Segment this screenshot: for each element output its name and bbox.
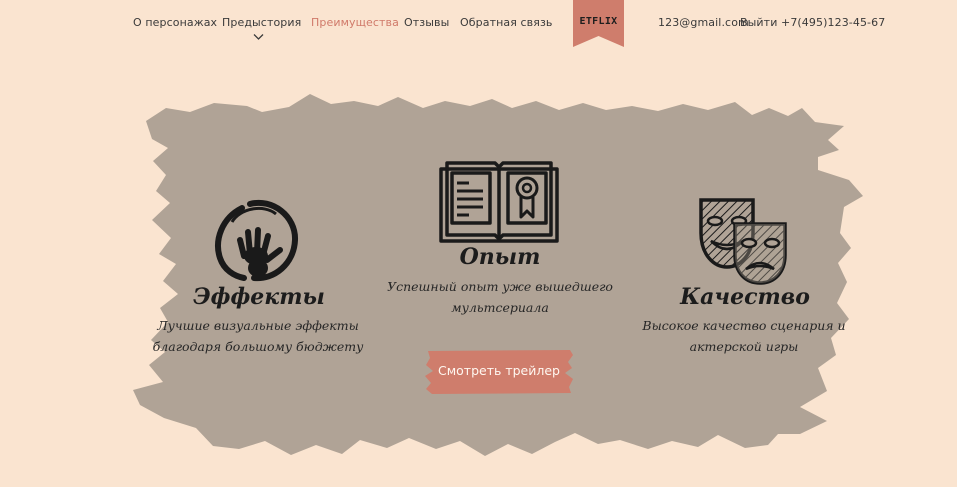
feature-effects-desc-line2: благодаря большому бюджету: [152, 339, 364, 354]
feature-quality-desc-line1: Высокое качество сценария и: [642, 318, 846, 333]
feature-effects-title: Эффекты: [193, 284, 325, 310]
watch-trailer-label: Смотреть трейлер: [438, 363, 560, 378]
feature-experience-desc-line2: мультсериала: [451, 300, 549, 315]
book-icon: [439, 161, 559, 243]
theater-masks-icon: [699, 198, 787, 285]
watch-trailer-button[interactable]: Смотреть трейлер: [424, 349, 574, 395]
feature-experience-desc-line1: Успешный опыт уже вышедшего: [387, 279, 613, 294]
feature-experience-description: Успешный опыт уже вышедшего мультсериала: [380, 276, 620, 318]
feature-effects-desc-line1: Лучшие визуальные эффекты: [157, 318, 359, 333]
feature-quality-title: Качество: [680, 284, 810, 310]
feature-effects-description: Лучшие визуальные эффекты благодаря боль…: [140, 315, 376, 357]
hand-circle-icon: [215, 199, 299, 282]
feature-quality-desc-line2: актерской игры: [689, 339, 799, 354]
feature-experience-title: Опыт: [459, 244, 541, 270]
feature-quality-description: Высокое качество сценария и актерской иг…: [624, 315, 864, 357]
